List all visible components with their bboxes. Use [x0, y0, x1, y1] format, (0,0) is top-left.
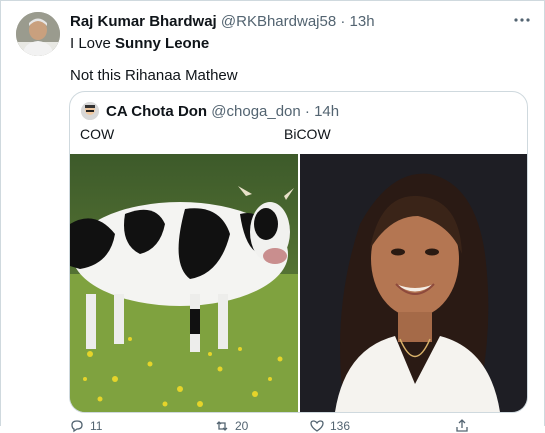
like-action[interactable]: 136: [310, 419, 350, 433]
retweet-icon[interactable]: [215, 419, 229, 433]
reply-count: 11: [90, 419, 103, 433]
retweet-count: 20: [235, 419, 249, 433]
quoted-author-name[interactable]: CA Chota Don: [106, 103, 207, 120]
quoted-header: CA Chota Don @choga_don · 14h: [106, 103, 339, 120]
like-count: 136: [330, 419, 351, 433]
reply-action[interactable]: 11: [70, 419, 102, 433]
tweet-time[interactable]: 13h: [350, 13, 375, 30]
dot-separator: ·: [340, 13, 346, 30]
tweet-text-bold: Sunny Leone: [115, 35, 210, 52]
more-options-icon[interactable]: [512, 10, 532, 30]
retweet-action[interactable]: 20: [215, 419, 248, 433]
tweet-text-line1: I Love Sunny Leone: [70, 35, 209, 52]
tweet-text-prefix: I Love: [70, 35, 116, 52]
cow-label: COW: [80, 126, 115, 142]
quoted-time[interactable]: 14h: [314, 103, 339, 120]
author-name[interactable]: Raj Kumar Bhardwaj: [70, 13, 217, 30]
author-handle[interactable]: @RKBhardwaj58: [221, 13, 336, 30]
reply-icon[interactable]: [70, 419, 84, 433]
quoted-handle[interactable]: @choga_don: [211, 103, 300, 120]
share-icon[interactable]: [455, 419, 469, 433]
cow-photo[interactable]: [70, 154, 298, 412]
quoted-tweet[interactable]: CA Chota Don @choga_don · 14h COW BiCOW: [69, 91, 528, 413]
bicow-label: BiCOW: [284, 126, 331, 142]
tweet-header: Raj Kumar Bhardwaj @RKBhardwaj58 · 13h: [70, 13, 375, 30]
action-bar: 11 20 136: [70, 419, 530, 433]
quoted-dot-separator: ·: [304, 103, 310, 120]
author-avatar[interactable]: [16, 12, 60, 56]
share-action[interactable]: [455, 419, 469, 433]
like-icon[interactable]: [310, 419, 324, 433]
rihanna-photo[interactable]: [300, 154, 527, 412]
tweet-text-line2: Not this Rihanaa Mathew: [70, 67, 238, 84]
quoted-author-avatar[interactable]: [81, 102, 99, 120]
